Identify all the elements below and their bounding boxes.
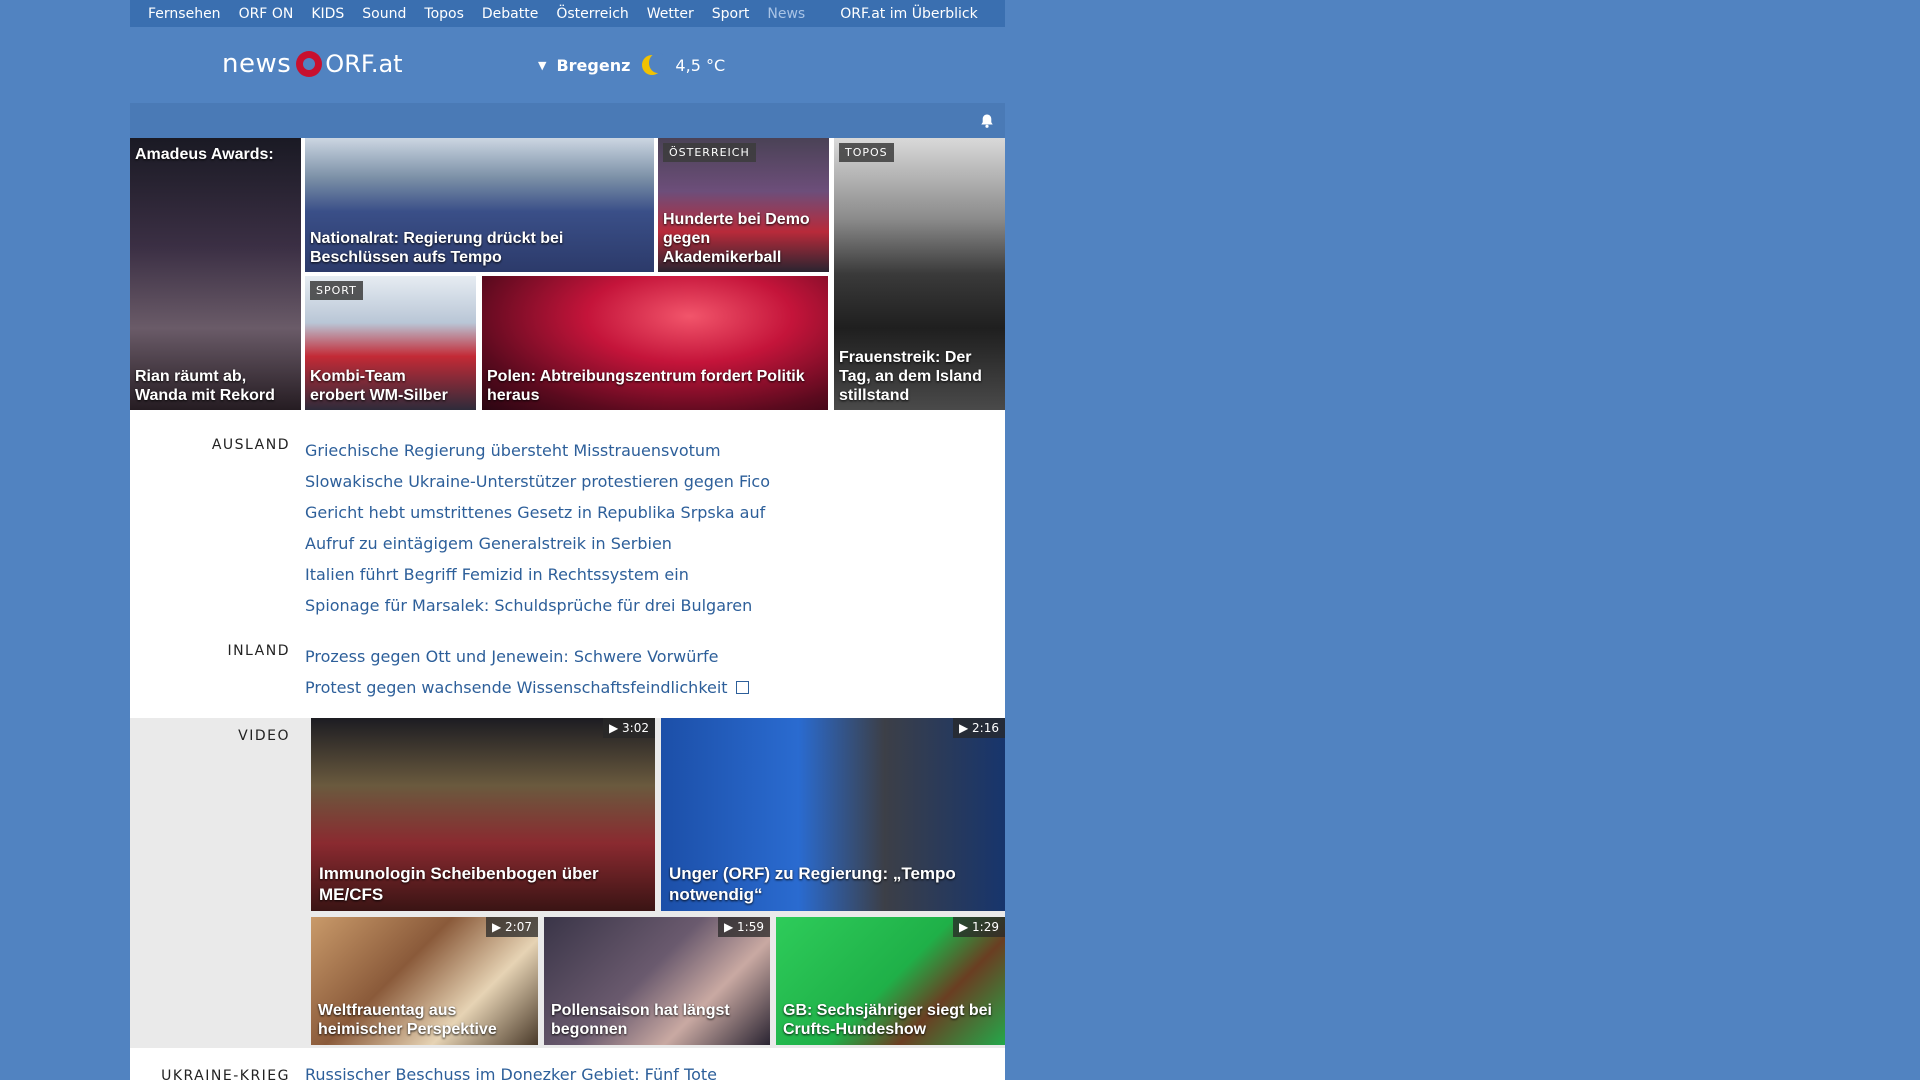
top-story-1[interactable]: Amadeus Awards: Rian räumt ab, Wanda mit… — [130, 138, 301, 410]
ausland-link[interactable]: Griechische Regierung übersteht Misstrau… — [305, 435, 770, 466]
main-content: Amadeus Awards: Rian räumt ab, Wanda mit… — [130, 138, 1005, 1080]
video-caption: Weltfrauentag aus heimischer Perspektive — [318, 1002, 497, 1038]
section-label-inland: INLAND — [227, 643, 290, 659]
top-story-3-caption: Hunderte bei Demo gegen Akademikerball — [663, 211, 810, 266]
page: Fernsehen ORF ON KIDS Sound Topos Debatt… — [130, 0, 1005, 1080]
weather-temperature: 4,5 °C — [675, 55, 726, 75]
video-tile-2[interactable]: ▶ 2:16 Unger (ORF) zu Regierung: „Tempo … — [661, 718, 1005, 911]
nav-orf-on[interactable]: ORF ON — [239, 6, 294, 22]
nav-fernsehen[interactable]: Fernsehen — [148, 6, 221, 22]
site-header: news ORF.at ▼ Bregenz 4,5 °C — [130, 27, 1005, 103]
ausland-link[interactable]: Spionage für Marsalek: Schuldsprüche für… — [305, 590, 770, 621]
video-duration-badge: ▶ 3:02 — [603, 718, 655, 738]
orf-eye-icon — [296, 51, 323, 77]
top-story-3[interactable]: ÖSTERREICH Hunderte bei Demo gegen Akade… — [658, 138, 829, 272]
video-caption: Unger (ORF) zu Regierung: „Tempo notwend… — [669, 864, 956, 904]
video-caption: Immunologin Scheibenbogen über ME/CFS — [319, 864, 599, 904]
video-tile-1[interactable]: ▶ 3:02 Immunologin Scheibenbogen über ME… — [311, 718, 655, 911]
video-caption: GB: Sechsjähriger siegt bei Crufts-Hunde… — [783, 1002, 992, 1038]
top-story-1-caption: Rian räumt ab, Wanda mit Rekord — [135, 368, 275, 404]
video-duration-badge: ▶ 2:07 — [486, 917, 538, 937]
nav-topos[interactable]: Topos — [424, 6, 463, 22]
news-orf-logo[interactable]: news ORF.at — [222, 49, 403, 79]
top-story-3-tag: ÖSTERREICH — [663, 143, 756, 162]
inland-link-text[interactable]: Protest gegen wachsende Wissenschaftsfei… — [305, 678, 728, 697]
weather-location[interactable]: Bregenz — [556, 56, 630, 75]
section-label-ausland: AUSLAND — [211, 437, 290, 453]
video-duration-badge: ▶ 1:59 — [718, 917, 770, 937]
weather-widget[interactable]: ▼ Bregenz 4,5 °C — [538, 53, 726, 75]
nav-oesterreich[interactable]: Österreich — [556, 6, 628, 22]
nav-wetter[interactable]: Wetter — [647, 6, 694, 22]
external-link-icon — [735, 681, 749, 694]
video-duration-badge: ▶ 2:16 — [953, 718, 1005, 738]
video-caption: Pollensaison hat längst begonnen — [551, 1002, 730, 1038]
nav-overview[interactable]: ORF.at im Überblick — [840, 6, 977, 22]
nav-sound[interactable]: Sound — [362, 6, 406, 22]
nav-sport[interactable]: Sport — [712, 6, 750, 22]
logo-news-text: news — [222, 49, 292, 79]
triangle-down-icon[interactable]: ▼ — [538, 59, 546, 72]
top-story-2[interactable]: Nationalrat: Regierung drückt bei Beschl… — [305, 138, 654, 272]
logo-orf-text: ORF.at — [325, 50, 403, 78]
video-duration-badge: ▶ 1:29 — [953, 917, 1005, 937]
top-story-5[interactable]: SPORT Kombi-Team erobert WM-Silber — [305, 276, 476, 410]
bell-icon[interactable] — [979, 113, 995, 129]
ukraine-link[interactable]: Russischer Beschuss im Donezker Gebiet: … — [305, 1065, 717, 1080]
ticker-bar — [130, 103, 1005, 138]
top-story-5-caption: Kombi-Team erobert WM-Silber — [310, 368, 448, 404]
inland-link[interactable]: Prozess gegen Ott und Jenewein: Schwere … — [305, 641, 749, 672]
ausland-link-list: Griechische Regierung übersteht Misstrau… — [305, 435, 770, 621]
top-story-4[interactable]: TOPOS Frauenstreik: Der Tag, an dem Isla… — [834, 138, 1005, 410]
ausland-link[interactable]: Slowakische Ukraine-Unterstützer protest… — [305, 466, 770, 497]
inland-link-list: Prozess gegen Ott und Jenewein: Schwere … — [305, 641, 749, 703]
top-story-4-tag: TOPOS — [839, 143, 894, 162]
section-label-video: VIDEO — [238, 728, 290, 744]
top-story-2-caption: Nationalrat: Regierung drückt bei Beschl… — [310, 230, 564, 266]
section-video: VIDEO ▶ 3:02 Immunologin Scheibenbogen ü… — [130, 718, 1005, 1048]
video-tile-5[interactable]: ▶ 1:29 GB: Sechsjähriger siegt bei Cruft… — [776, 917, 1005, 1045]
top-story-6[interactable]: Polen: Abtreibungszentrum fordert Politi… — [482, 276, 828, 410]
top-navigation: Fernsehen ORF ON KIDS Sound Topos Debatt… — [130, 0, 1005, 27]
top-story-1-kicker: Amadeus Awards: — [135, 146, 274, 163]
top-story-5-tag: SPORT — [310, 281, 363, 300]
ausland-link[interactable]: Aufruf zu eintägigem Generalstreik in Se… — [305, 528, 770, 559]
moon-icon — [642, 53, 668, 75]
nav-news[interactable]: News — [767, 6, 805, 22]
top-story-6-caption: Polen: Abtreibungszentrum fordert Politi… — [487, 368, 805, 404]
video-tile-3[interactable]: ▶ 2:07 Weltfrauentag aus heimischer Pers… — [311, 917, 538, 1045]
top-story-4-caption: Frauenstreik: Der Tag, an dem Island sti… — [839, 349, 982, 404]
video-tile-4[interactable]: ▶ 1:59 Pollensaison hat längst begonnen — [544, 917, 770, 1045]
section-ukraine-krieg: UKRAINE-KRIEG Russischer Beschuss im Don… — [130, 1060, 1005, 1080]
nav-debatte[interactable]: Debatte — [482, 6, 538, 22]
ausland-link[interactable]: Gericht hebt umstrittenes Gesetz in Repu… — [305, 497, 770, 528]
nav-kids[interactable]: KIDS — [311, 6, 344, 22]
ausland-link[interactable]: Italien führt Begriff Femizid in Rechtss… — [305, 559, 770, 590]
inland-link-external[interactable]: Protest gegen wachsende Wissenschaftsfei… — [305, 672, 749, 703]
section-label-ukraine: UKRAINE-KRIEG — [161, 1068, 290, 1080]
